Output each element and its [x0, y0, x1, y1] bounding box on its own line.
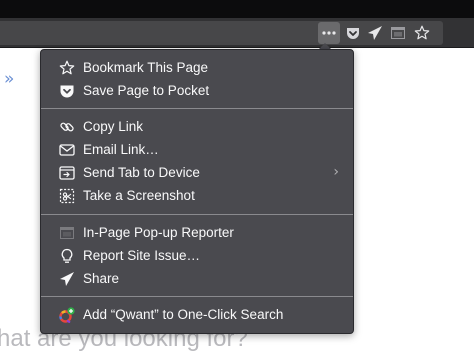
menu-item-label: In-Page Pop-up Reporter [83, 225, 234, 240]
page-actions-button[interactable] [318, 22, 340, 44]
page-actions-icon [322, 31, 336, 35]
menu-item-label: Email Link… [83, 142, 159, 157]
popup-reporter-button[interactable] [387, 22, 409, 44]
pocket-button[interactable] [342, 22, 364, 44]
menu-item-label: Take a Screenshot [83, 188, 195, 203]
title-bar [0, 0, 474, 18]
menu-separator [41, 296, 353, 297]
menu-item-label: Share [83, 271, 120, 286]
menu-item-copy-link[interactable]: Copy Link [41, 116, 353, 138]
pocket-icon [59, 83, 75, 99]
navigation-toolbar [0, 18, 474, 48]
lightbulb-icon [59, 248, 75, 264]
send-tab-icon [59, 165, 75, 181]
bookmark-star-button[interactable] [411, 22, 433, 44]
menu-item-label: Copy Link [83, 119, 144, 134]
star-icon [59, 60, 75, 76]
link-icon [59, 119, 75, 135]
menu-item-take-a-screenshot[interactable]: Take a Screenshot [41, 185, 353, 207]
pocket-icon [347, 28, 359, 39]
screenshot-icon [59, 188, 75, 204]
popup-reporter-icon [391, 27, 405, 39]
menu-item-label: Save Page to Pocket [83, 83, 210, 98]
nav-chevron[interactable]: » [4, 69, 15, 89]
menu-item-label: Bookmark This Page [83, 60, 209, 75]
send-tab-button[interactable] [364, 22, 386, 44]
menu-item-label: Report Site Issue… [83, 248, 201, 263]
popup-reporter-icon [59, 225, 75, 241]
email-icon [59, 142, 75, 158]
menu-item-share[interactable]: Share [41, 268, 353, 290]
menu-item-email-link[interactable]: Email Link… [41, 139, 353, 161]
send-tab-icon [368, 26, 382, 40]
add-search-engine-icon [59, 307, 75, 323]
bookmark-star-icon [414, 25, 430, 40]
page-actions-menu: Bookmark This Page Save Page to Pocket C… [40, 49, 354, 334]
menu-item-add-search-engine[interactable]: Add “Qwant” to One-Click Search [41, 304, 353, 326]
submenu-arrow-icon: › [333, 164, 339, 180]
menu-item-report-site-issue[interactable]: Report Site Issue… [41, 245, 353, 267]
menu-item-send-tab-to-device[interactable]: Send Tab to Device › [41, 162, 353, 184]
menu-item-label: Add “Qwant” to One-Click Search [83, 307, 284, 322]
menu-item-save-to-pocket[interactable]: Save Page to Pocket [41, 80, 353, 102]
menu-item-popup-reporter[interactable]: In-Page Pop-up Reporter [41, 222, 353, 244]
share-icon [59, 271, 75, 287]
menu-separator [41, 214, 353, 215]
menu-item-bookmark-this-page[interactable]: Bookmark This Page [41, 57, 353, 79]
menu-item-label: Send Tab to Device [83, 165, 200, 180]
menu-separator [41, 108, 353, 109]
